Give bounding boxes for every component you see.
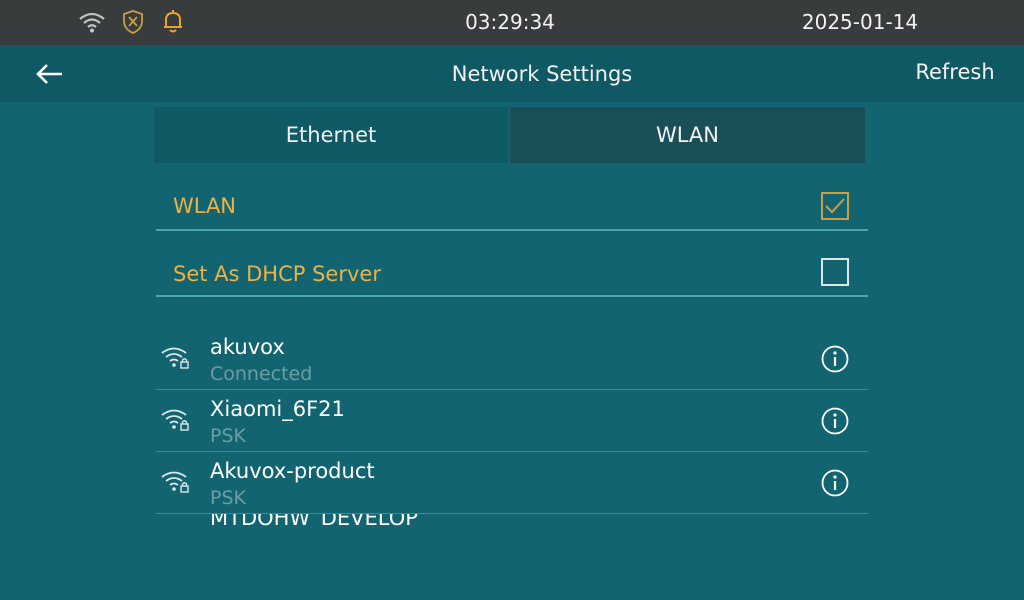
network-name: akuvox [210,335,285,359]
network-status: PSK [210,425,246,447]
network-name: MTDOHW_DEVELOP [210,514,418,526]
checkmark-icon [825,198,845,214]
wifi-icon [79,12,105,33]
network-status: PSK [210,487,246,509]
wifi-lock-icon [161,409,189,431]
network-item[interactable]: Akuvox-product PSK [156,452,868,514]
network-name: Akuvox-product [210,459,375,483]
status-time: 03:29:34 [465,10,555,34]
wifi-lock-icon [161,471,189,493]
title-bar: Network Settings Refresh [0,45,1024,102]
bell-icon [164,10,182,33]
dhcp-server-checkbox[interactable] [821,258,849,286]
tab-wlan[interactable]: WLAN [510,107,865,163]
network-name: Xiaomi_6F21 [210,397,345,421]
network-tabs: Ethernet WLAN [154,107,865,163]
tab-ethernet[interactable]: Ethernet [154,107,508,163]
network-item-partial[interactable]: MTDOHW_DEVELOP [210,514,418,526]
wlan-checkbox[interactable] [821,192,849,220]
info-icon[interactable] [820,406,850,436]
arrow-left-icon[interactable] [30,58,70,90]
info-icon[interactable] [820,468,850,498]
dhcp-server-label: Set As DHCP Server [173,262,381,286]
network-item[interactable]: akuvox Connected [156,328,868,390]
info-icon[interactable] [820,344,850,374]
network-item[interactable]: Xiaomi_6F21 PSK [156,390,868,452]
wifi-lock-icon [161,347,189,369]
page-title: Network Settings [451,62,633,86]
dhcp-server-row[interactable]: Set As DHCP Server [156,231,868,297]
refresh-button[interactable]: Refresh [900,60,1010,84]
shield-icon [123,10,143,34]
wlan-toggle-row[interactable]: WLAN [156,165,868,231]
status-bar: 03:29:34 2025-01-14 [0,0,1024,45]
status-date: 2025-01-14 [801,10,919,34]
network-status: Connected [210,363,313,385]
wlan-toggle-label: WLAN [173,194,237,218]
